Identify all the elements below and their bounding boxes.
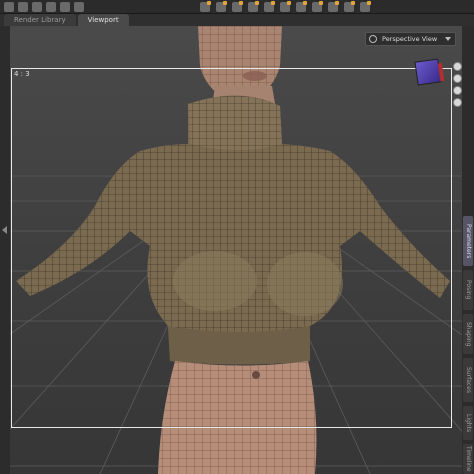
universal-icon[interactable] [60, 1, 70, 12]
camera-label: Perspective View [382, 35, 438, 43]
tab-parameters[interactable]: Parameters [463, 216, 473, 266]
main-toolbar [0, 0, 474, 14]
left-pane-strip [0, 26, 10, 474]
render-frame [11, 68, 452, 428]
right-pane-tabs: Parameters Posing Shaping Surfaces Light… [461, 26, 474, 474]
aspect-ratio-label: 4 : 3 [14, 70, 30, 78]
tab-posing[interactable]: Posing [463, 270, 473, 310]
node-icon[interactable] [280, 1, 291, 12]
zoom-icon[interactable] [453, 86, 462, 95]
iray-icon[interactable] [232, 1, 243, 12]
tab-surfaces[interactable]: Surfaces [463, 358, 473, 402]
camera-icon[interactable] [248, 1, 259, 12]
shape-icon[interactable] [344, 1, 355, 12]
render-icon[interactable] [200, 1, 211, 12]
gear-icon[interactable] [369, 35, 377, 43]
tab-shaping[interactable]: Shaping [463, 314, 473, 354]
scale-icon[interactable] [46, 1, 56, 12]
camera-dropdown[interactable]: Perspective View [365, 32, 457, 46]
frame-icon[interactable] [453, 98, 462, 107]
geometry-icon[interactable] [328, 1, 339, 12]
light-icon[interactable] [264, 1, 275, 12]
bone-icon[interactable] [296, 1, 307, 12]
tab-viewport[interactable]: Viewport [77, 14, 129, 26]
3d-viewport[interactable]: 4 : 3 Perspective View [10, 26, 462, 474]
translate-icon[interactable] [32, 1, 42, 12]
tab-timeline[interactable]: Timeline [463, 444, 473, 474]
view-cube[interactable] [414, 58, 442, 86]
orbit-icon[interactable] [453, 62, 462, 71]
select-icon[interactable] [4, 1, 14, 12]
tab-render-library[interactable]: Render Library [4, 14, 76, 26]
rotate-icon[interactable] [18, 1, 28, 12]
render-toolbar [200, 1, 371, 12]
collapse-left-icon[interactable] [2, 226, 7, 234]
tab-lights[interactable]: Lights [463, 406, 473, 440]
spot-render-icon[interactable] [216, 1, 227, 12]
region-icon[interactable] [74, 1, 84, 12]
pane-tab-bar: Render Library Viewport [0, 14, 474, 26]
morph-icon[interactable] [312, 1, 323, 12]
surface-icon[interactable] [360, 1, 371, 12]
chevron-down-icon [445, 37, 452, 41]
pan-icon[interactable] [453, 74, 462, 83]
